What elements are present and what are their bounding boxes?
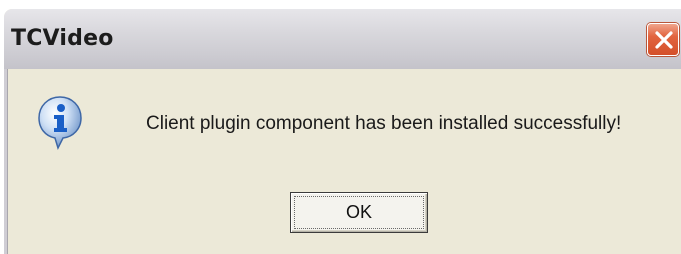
window-border-edge (7, 69, 8, 254)
ok-button[interactable]: OK (290, 192, 428, 233)
close-x-icon (655, 31, 673, 49)
message-text: Client plugin component has been install… (146, 113, 622, 134)
close-button[interactable] (647, 23, 679, 56)
information-icon (36, 95, 84, 151)
page: TCVideo Client plugin component has been… (0, 0, 681, 254)
window-title: TCVideo (11, 26, 114, 51)
ok-button-label: OK (345, 202, 372, 222)
title-bar[interactable]: TCVideo (4, 9, 681, 69)
